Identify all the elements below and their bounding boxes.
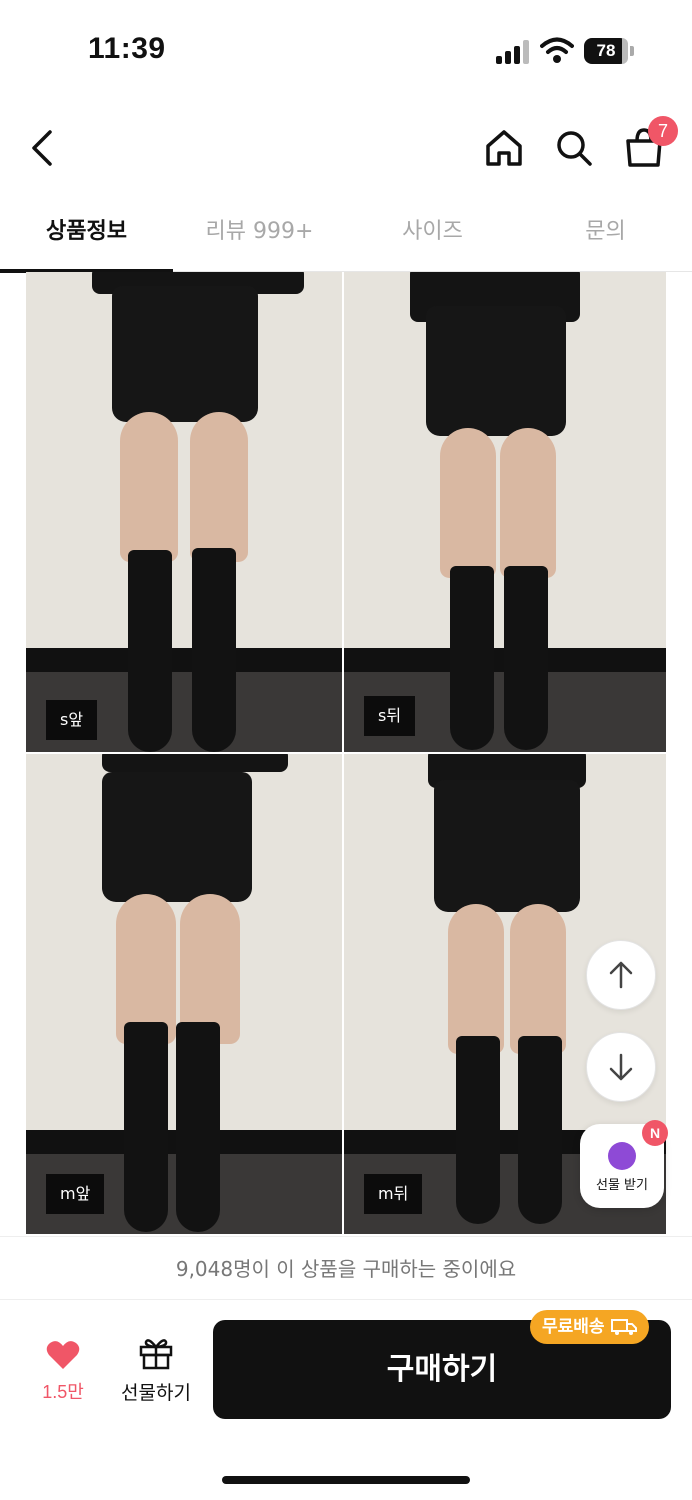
tab-reviews[interactable]: 리뷰 999+ — [173, 196, 346, 271]
product-photo-grid: s앞 s뒤 m앞 m뒤 — [26, 272, 666, 1234]
gift-receive-label: 선물 받기 — [596, 1178, 648, 1193]
back-arrow-icon[interactable] — [18, 118, 68, 178]
new-badge: N — [642, 1120, 668, 1146]
battery-icon: 78 — [584, 38, 634, 64]
like-count: 1.5만 — [42, 1382, 84, 1402]
status-bar: 11:39 78 — [0, 0, 692, 100]
photo-label: m앞 — [46, 1174, 105, 1214]
arrow-up-icon — [609, 961, 633, 989]
photo-label: s앞 — [46, 700, 98, 740]
signal-icon — [496, 40, 530, 64]
arrow-down-icon — [609, 1053, 633, 1081]
wifi-icon — [540, 36, 574, 64]
product-photo-s-back[interactable]: s뒤 — [344, 272, 666, 752]
like-button[interactable]: 1.5만 — [30, 1340, 96, 1416]
battery-level: 78 — [584, 38, 628, 64]
gift-button[interactable]: 선물하기 — [116, 1336, 196, 1416]
top-nav — [0, 110, 692, 190]
tab-product-info[interactable]: 상품정보 — [0, 196, 173, 273]
gift-icon — [608, 1142, 636, 1170]
gift-icon — [139, 1339, 173, 1370]
home-indicator — [222, 1476, 470, 1484]
status-time: 11:39 — [88, 32, 166, 65]
product-photo-m-front[interactable]: m앞 — [26, 754, 342, 1234]
purchase-notice: 9,048명이 이 상품을 구매하는 중이에요 — [0, 1236, 692, 1300]
photo-label: m뒤 — [364, 1174, 423, 1214]
tab-inquiry[interactable]: 문의 — [519, 196, 692, 271]
cart-count-badge: 7 — [648, 116, 678, 146]
gift-label: 선물하기 — [121, 1382, 191, 1404]
scroll-up-button[interactable] — [586, 940, 656, 1010]
home-icon[interactable] — [476, 118, 532, 178]
free-shipping-badge: 무료배송 — [530, 1310, 649, 1344]
free-shipping-label: 무료배송 — [542, 1317, 605, 1337]
scroll-down-button[interactable] — [586, 1032, 656, 1102]
product-photo-s-front[interactable]: s앞 — [26, 272, 342, 752]
search-icon[interactable] — [546, 118, 602, 178]
tab-size[interactable]: 사이즈 — [346, 196, 519, 271]
heart-icon — [46, 1341, 80, 1369]
product-tabs: 상품정보 리뷰 999+ 사이즈 문의 — [0, 196, 692, 273]
truck-icon — [610, 1319, 637, 1335]
photo-label: s뒤 — [364, 696, 416, 736]
